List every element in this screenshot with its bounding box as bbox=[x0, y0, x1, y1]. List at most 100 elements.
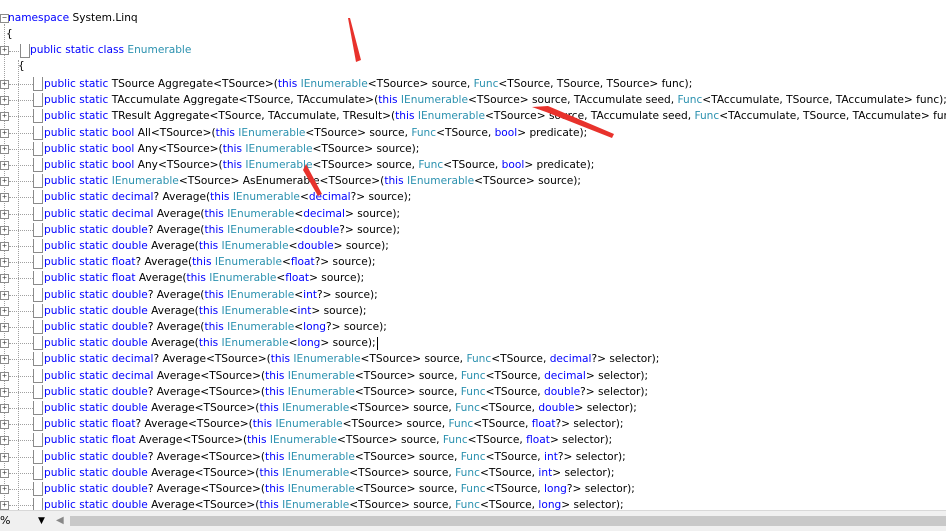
doc-comment-box bbox=[33, 239, 43, 253]
code-line: public static double? Average(this IEnum… bbox=[44, 222, 400, 238]
code-line: public static float Average(this IEnumer… bbox=[44, 270, 364, 286]
expand-member-icon[interactable] bbox=[0, 161, 9, 170]
code-token: this bbox=[204, 207, 228, 220]
code-token: IEnumerable bbox=[300, 78, 368, 90]
code-token: <TSource, bbox=[485, 385, 545, 398]
zoom-control[interactable]: % ▼ bbox=[0, 513, 48, 529]
expand-class-icon[interactable] bbox=[0, 46, 9, 55]
code-token: this bbox=[265, 369, 288, 382]
expand-member-icon[interactable] bbox=[0, 452, 9, 462]
code-token: double bbox=[538, 402, 575, 414]
chevron-down-icon[interactable]: ▼ bbox=[38, 513, 45, 529]
code-token: decimal bbox=[544, 369, 586, 382]
chevron-left-icon[interactable]: ◀ bbox=[56, 515, 64, 527]
expand-member-icon[interactable] bbox=[0, 501, 9, 510]
code-token: IEnumerable bbox=[245, 142, 313, 155]
code-token: Average<TSource>( bbox=[135, 434, 248, 447]
code-token: <TSource, bbox=[485, 483, 545, 495]
expand-member-icon[interactable] bbox=[0, 274, 9, 284]
doc-comment-box bbox=[33, 190, 43, 205]
expand-member-icon[interactable] bbox=[0, 468, 9, 478]
expand-member-icon[interactable] bbox=[0, 128, 9, 138]
code-token: this bbox=[215, 126, 239, 139]
code-line-class: public static class Enumerable bbox=[30, 42, 191, 58]
doc-comment-box bbox=[33, 433, 43, 448]
code-token: decimal bbox=[111, 369, 154, 382]
expand-member-icon[interactable] bbox=[0, 420, 9, 430]
code-token: <TSource, bbox=[485, 369, 545, 382]
code-token: < bbox=[294, 207, 304, 220]
expand-member-icon[interactable] bbox=[0, 112, 9, 122]
code-token: decimal bbox=[111, 191, 154, 204]
code-token: double bbox=[111, 337, 148, 350]
expand-member-icon[interactable] bbox=[0, 258, 9, 268]
code-token: public static bbox=[44, 450, 112, 463]
code-token: double bbox=[544, 385, 581, 398]
outline-guide-member bbox=[9, 278, 33, 280]
expand-member-icon[interactable] bbox=[0, 485, 9, 494]
code-line: public static double Average<TSource>(th… bbox=[44, 497, 624, 510]
code-token: <TSource, bbox=[479, 466, 539, 479]
code-token: this bbox=[259, 466, 283, 479]
code-token: <TSource> AsEnumerable<TSource>( bbox=[178, 175, 385, 188]
doc-comment-box bbox=[33, 465, 43, 480]
expand-member-icon[interactable] bbox=[0, 209, 9, 219]
code-token: Any<TSource>( bbox=[134, 142, 223, 155]
code-token: Func bbox=[455, 466, 480, 479]
code-token: this bbox=[395, 110, 418, 123]
code-token: Func bbox=[473, 78, 499, 90]
horizontal-scrollbar[interactable]: ◀ bbox=[54, 514, 946, 528]
scrollbar-thumb[interactable] bbox=[70, 516, 946, 526]
code-token: TResult Aggregate<TSource, TAccumulate, … bbox=[111, 110, 396, 123]
code-token: Func bbox=[460, 385, 486, 398]
doc-comment-box bbox=[33, 93, 43, 108]
code-token: float bbox=[526, 434, 550, 447]
expand-member-icon[interactable] bbox=[0, 225, 9, 235]
expand-member-icon[interactable] bbox=[0, 323, 9, 332]
code-token: Average( bbox=[147, 337, 199, 350]
expand-member-icon[interactable] bbox=[0, 242, 9, 251]
code-token: ? Average( bbox=[147, 321, 205, 333]
code-token: float bbox=[531, 418, 556, 431]
outline-guide-member bbox=[9, 84, 33, 85]
code-token: <TAccumulate, TSource, TAccumulate> func… bbox=[702, 94, 946, 107]
expand-member-icon[interactable] bbox=[0, 177, 9, 187]
code-editor[interactable]: namespace System.Linq {public static clas… bbox=[0, 0, 946, 510]
code-token: Func bbox=[466, 353, 492, 366]
code-token: <TSource, bbox=[436, 126, 495, 139]
expand-member-icon[interactable] bbox=[0, 404, 9, 413]
expand-member-icon[interactable] bbox=[0, 355, 9, 365]
expand-member-icon[interactable] bbox=[0, 144, 9, 154]
code-token: public bbox=[30, 44, 62, 56]
code-token: <TSource, bbox=[479, 402, 539, 414]
expand-member-icon[interactable] bbox=[0, 371, 9, 381]
code-token: < bbox=[299, 191, 309, 204]
zoom-value: % bbox=[0, 514, 11, 527]
code-token: > selector); bbox=[585, 369, 649, 382]
doc-comment-box bbox=[33, 482, 43, 496]
code-token: this bbox=[247, 434, 270, 447]
code-line-namespace: namespace System.Linq bbox=[8, 10, 138, 26]
code-token: bool bbox=[494, 126, 518, 139]
code-token: public static bbox=[44, 94, 112, 107]
code-token: IEnumerable bbox=[221, 240, 289, 252]
code-token: this bbox=[252, 418, 276, 431]
code-token: public static bbox=[44, 353, 112, 366]
code-token: < bbox=[288, 337, 298, 350]
expand-member-icon[interactable] bbox=[0, 290, 9, 300]
expand-member-icon[interactable] bbox=[0, 80, 9, 89]
code-line: public static bool All<TSource>(this IEn… bbox=[44, 125, 587, 141]
expand-member-icon[interactable] bbox=[0, 306, 9, 316]
expand-member-icon[interactable] bbox=[0, 436, 9, 446]
code-token: Average( bbox=[147, 304, 199, 317]
code-token: public static bbox=[44, 304, 112, 317]
code-token: public static bbox=[44, 434, 112, 447]
expand-member-icon[interactable] bbox=[0, 193, 9, 203]
code-token: bool bbox=[111, 159, 135, 171]
code-token: this bbox=[204, 321, 228, 333]
code-token: double bbox=[111, 483, 148, 495]
expand-member-icon[interactable] bbox=[0, 96, 9, 106]
expand-member-icon[interactable] bbox=[0, 339, 9, 349]
code-token: this bbox=[277, 78, 301, 90]
expand-member-icon[interactable] bbox=[0, 387, 9, 397]
